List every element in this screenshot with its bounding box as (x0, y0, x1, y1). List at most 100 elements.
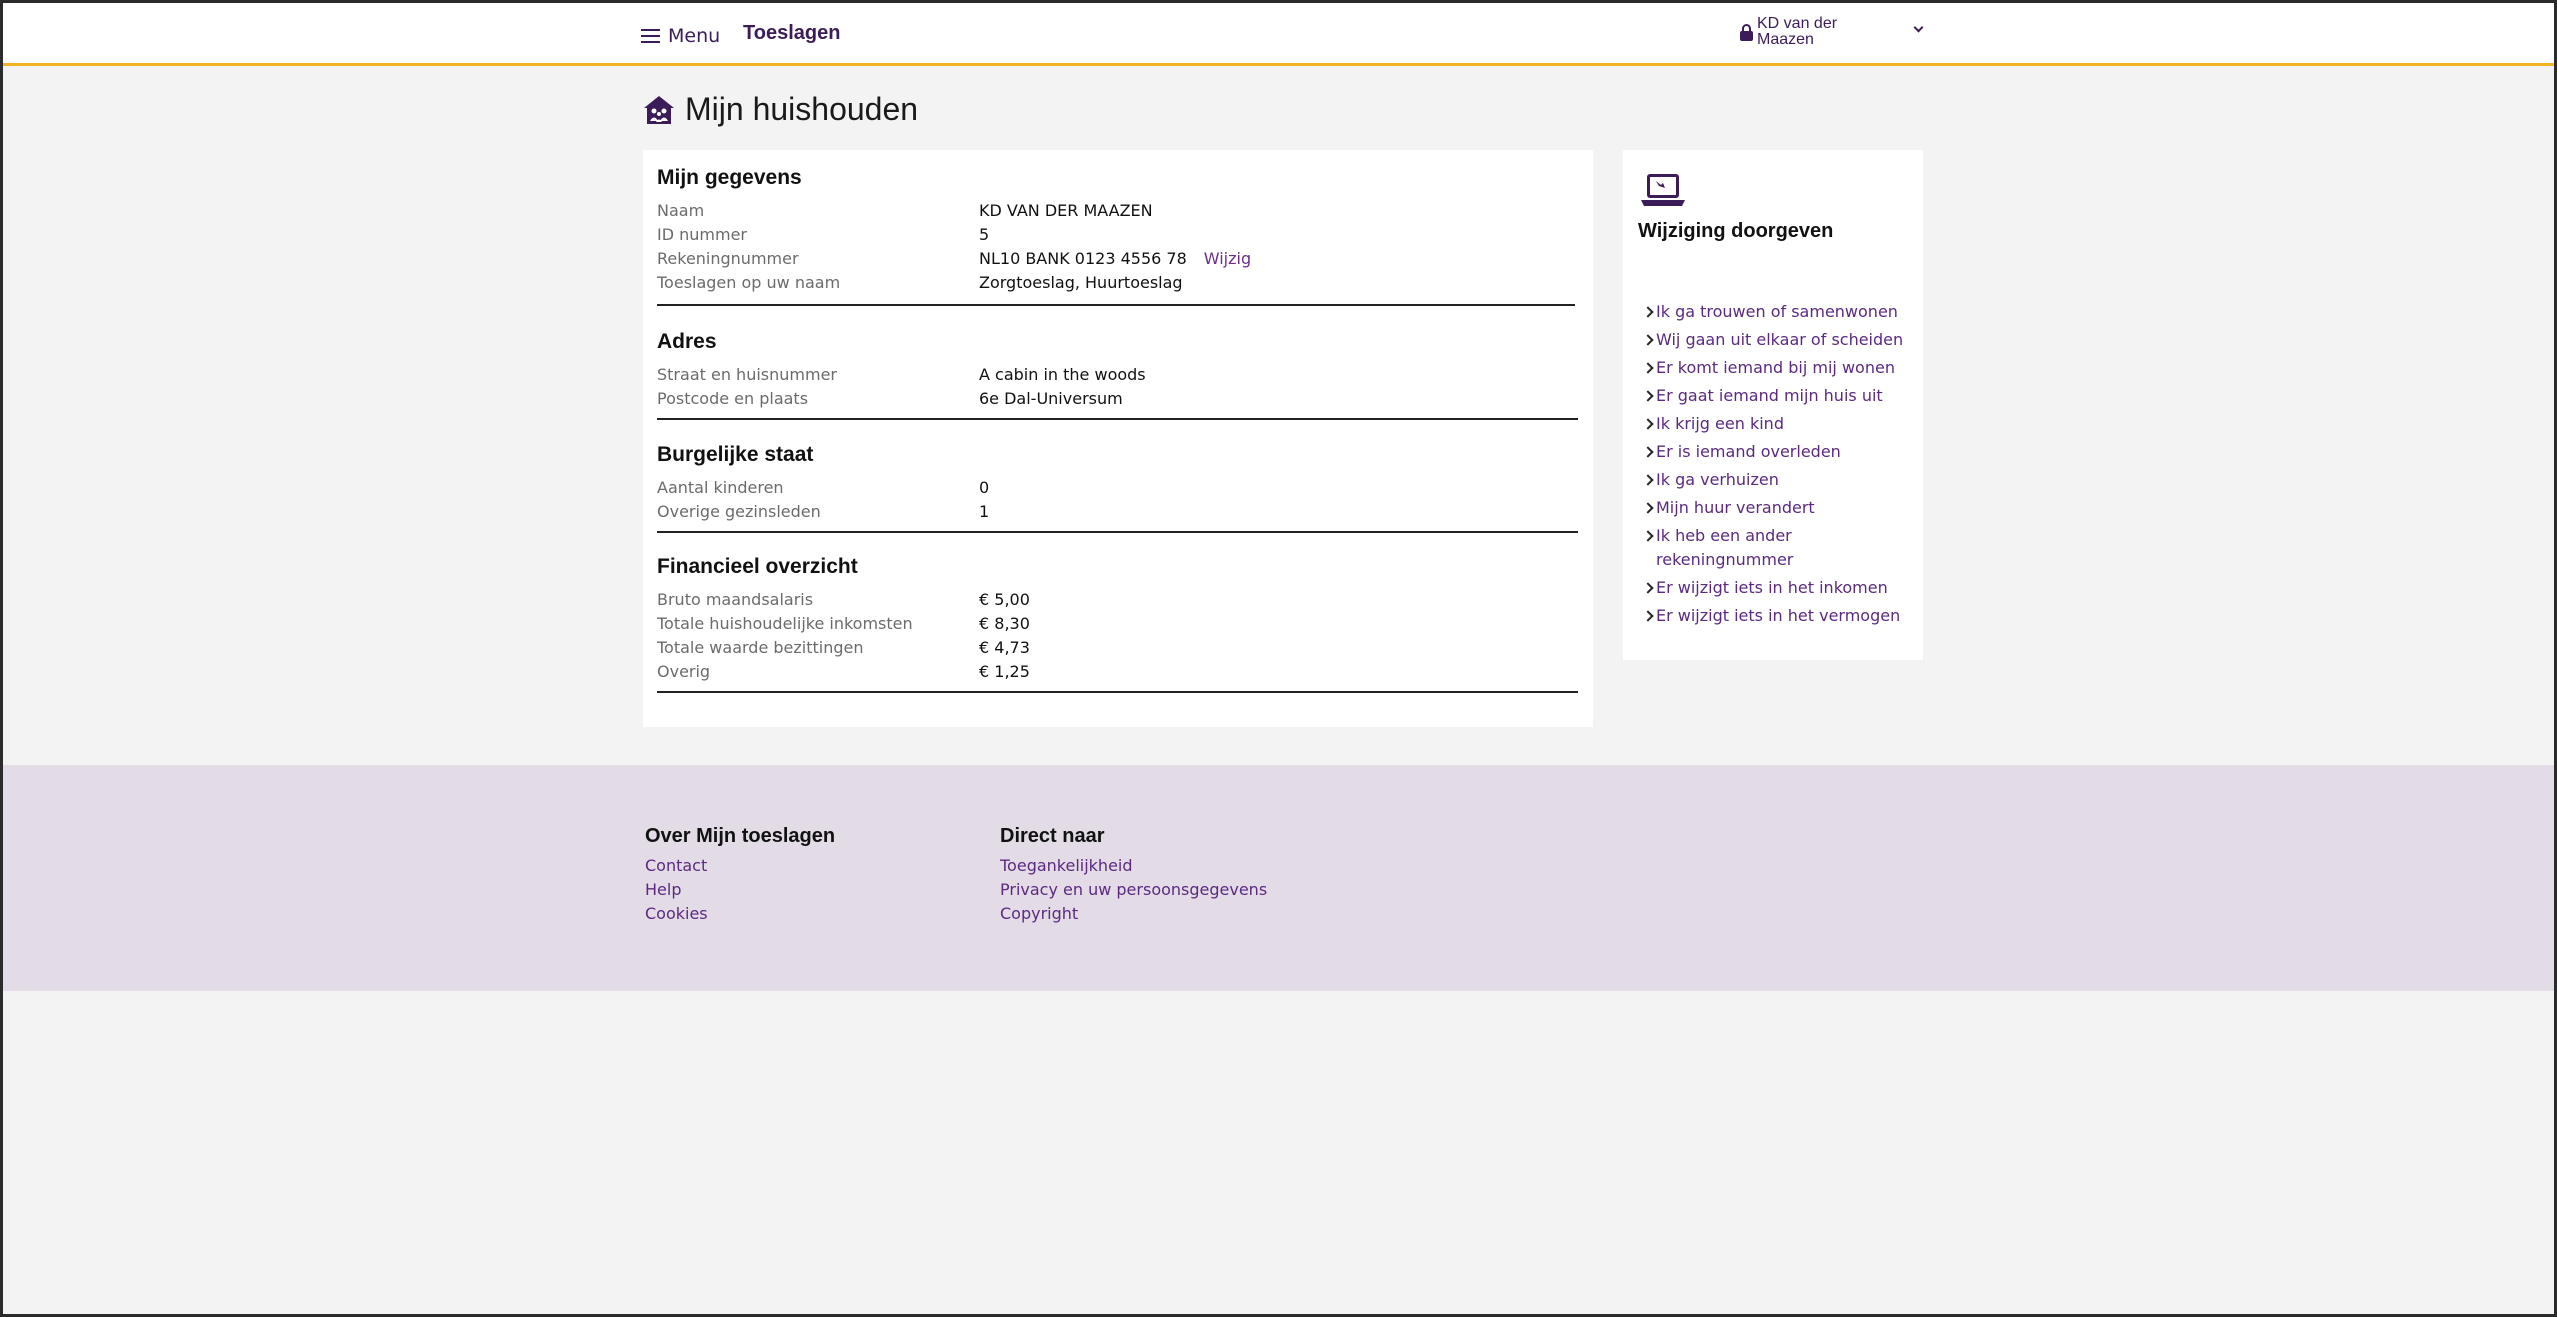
detail-row: Overige gezinsleden 1 (657, 500, 1577, 524)
detail-row: Naam KD VAN DER MAAZEN (657, 199, 1577, 223)
footer-column-about: Over Mijn toeslagen Contact Help Cookies (645, 825, 835, 926)
detail-label: Overige gezinsleden (657, 502, 821, 521)
section-divider (657, 691, 1578, 693)
change-link-label: Ik heb een ander rekeningnummer (1656, 526, 1794, 569)
detail-value: Zorgtoeslag, Huurtoeslag (979, 273, 1183, 292)
footer-column-direct: Direct naar Toegankelijkheid Privacy en … (1000, 825, 1267, 926)
detail-value: 6e Dal-Universum (979, 389, 1123, 408)
change-link-label: Er is iemand overleden (1656, 442, 1841, 461)
laptop-icon (1641, 174, 1685, 206)
change-link-label: Mijn huur verandert (1656, 498, 1815, 517)
chevron-right-icon (1643, 328, 1656, 352)
detail-row: Aantal kinderen 0 (657, 476, 1577, 500)
chevron-right-icon (1643, 440, 1656, 464)
change-link-label: Er wijzigt iets in het vermogen (1656, 606, 1901, 625)
change-link[interactable]: Ik ga verhuizen (1643, 468, 1919, 492)
user-name: KD van der Maazen (1757, 15, 1838, 48)
chevron-right-icon (1643, 496, 1656, 520)
change-link[interactable]: Ik heb een ander rekeningnummer (1643, 524, 1919, 572)
household-details-card: Mijn gegevens Naam KD VAN DER MAAZEN ID … (643, 150, 1593, 727)
detail-value: KD VAN DER MAAZEN (979, 201, 1153, 220)
change-link-label: Er komt iemand bij mij wonen (1656, 358, 1895, 377)
hamburger-icon (641, 28, 660, 44)
section-divider (657, 531, 1578, 533)
chevron-right-icon (1643, 412, 1656, 436)
detail-value: A cabin in the woods (979, 365, 1146, 384)
change-reporting-card: Wijziging doorgeven Ik ga trouwen of sam… (1623, 150, 1923, 660)
detail-row: ID nummer 5 (657, 223, 1577, 247)
detail-value: 5 (979, 225, 990, 244)
chevron-right-icon (1643, 604, 1656, 628)
edit-account-number-link[interactable]: Wijzig (1204, 247, 1251, 271)
menu-label: Menu (668, 25, 721, 47)
chevron-right-icon (1643, 524, 1656, 548)
user-dropdown[interactable]: KD van der Maazen (1740, 16, 1926, 50)
change-link[interactable]: Er is iemand overleden (1643, 440, 1919, 464)
top-navigation-bar: Menu Toeslagen KD van der Maazen (3, 3, 2554, 66)
footer-link-privacy[interactable]: Privacy en uw persoonsgegevens (1000, 878, 1267, 902)
change-link[interactable]: Er wijzigt iets in het vermogen (1643, 604, 1919, 628)
detail-value: € 1,25 (979, 662, 1030, 681)
detail-value: NL10 BANK 0123 4556 78 (979, 249, 1187, 268)
footer-link-copyright[interactable]: Copyright (1000, 902, 1267, 926)
menu-button[interactable]: Menu (641, 23, 720, 49)
detail-row: Totale waarde bezittingen € 4,73 (657, 636, 1577, 660)
side-title: Wijziging doorgeven (1638, 220, 1834, 242)
chevron-down-icon (1913, 22, 1924, 33)
change-link[interactable]: Mijn huur verandert (1643, 496, 1919, 520)
footer-link-cookies[interactable]: Cookies (645, 902, 835, 926)
detail-label: Aantal kinderen (657, 478, 784, 497)
section-adres: Adres Straat en huisnummer A cabin in th… (657, 330, 1577, 411)
chevron-right-icon (1643, 384, 1656, 408)
section-burgerlijke-staat: Burgelijke staat Aantal kinderen 0 Overi… (657, 443, 1577, 524)
change-link-label: Wij gaan uit elkaar of scheiden (1656, 330, 1904, 349)
change-link[interactable]: Wij gaan uit elkaar of scheiden (1643, 328, 1919, 352)
footer-link-contact[interactable]: Contact (645, 854, 835, 878)
section-title: Burgelijke staat (657, 443, 814, 466)
detail-row: Straat en huisnummer A cabin in the wood… (657, 363, 1577, 387)
page-title: Mijn huishouden (685, 91, 919, 127)
change-link[interactable]: Er wijzigt iets in het inkomen (1643, 576, 1919, 600)
footer-heading: Direct naar (1000, 825, 1105, 847)
brand-link[interactable]: Toeslagen (743, 22, 840, 45)
chevron-right-icon (1643, 300, 1656, 324)
detail-row: Bruto maandsalaris € 5,00 (657, 588, 1577, 612)
detail-label: Rekeningnummer (657, 249, 799, 268)
detail-label: Totale waarde bezittingen (657, 638, 864, 657)
detail-label: Toeslagen op uw naam (657, 273, 841, 292)
change-link-label: Er wijzigt iets in het inkomen (1656, 578, 1888, 597)
change-link-label: Ik krijg een kind (1656, 414, 1784, 433)
detail-label: Postcode en plaats (657, 389, 809, 408)
detail-row: Totale huishoudelijke inkomsten € 8,30 (657, 612, 1577, 636)
change-link[interactable]: Er gaat iemand mijn huis uit (1643, 384, 1919, 408)
detail-row: Postcode en plaats 6e Dal-Universum (657, 387, 1577, 411)
household-icon (644, 95, 674, 124)
detail-label: Overig (657, 662, 711, 681)
change-link-label: Ik ga verhuizen (1656, 470, 1779, 489)
chevron-right-icon (1643, 468, 1656, 492)
detail-value: 0 (979, 478, 990, 497)
detail-row: Toeslagen op uw naam Zorgtoeslag, Huurto… (657, 271, 1577, 295)
detail-value: € 5,00 (979, 590, 1030, 609)
section-mijn-gegevens: Mijn gegevens Naam KD VAN DER MAAZEN ID … (657, 166, 1577, 295)
detail-label: Naam (657, 201, 705, 220)
detail-value: 1 (979, 502, 990, 521)
detail-value: € 8,30 (979, 614, 1030, 633)
section-title: Financieel overzicht (657, 555, 858, 578)
change-link[interactable]: Ik ga trouwen of samenwonen (1643, 300, 1919, 324)
chevron-right-icon (1643, 576, 1656, 600)
footer-link-help[interactable]: Help (645, 878, 835, 902)
footer-link-accessibility[interactable]: Toegankelijkheid (1000, 854, 1267, 878)
section-divider (657, 304, 1575, 306)
detail-label: Totale huishoudelijke inkomsten (657, 614, 913, 633)
change-link[interactable]: Ik krijg een kind (1643, 412, 1919, 436)
detail-label: Bruto maandsalaris (657, 590, 814, 609)
footer-heading: Over Mijn toeslagen (645, 825, 836, 847)
change-link[interactable]: Er komt iemand bij mij wonen (1643, 356, 1919, 380)
detail-label: Straat en huisnummer (657, 365, 837, 384)
change-link-label: Ik ga trouwen of samenwonen (1656, 302, 1898, 321)
lock-icon (1740, 24, 1753, 42)
section-financieel-overzicht: Financieel overzicht Bruto maandsalaris … (657, 555, 1577, 684)
section-title: Mijn gegevens (657, 166, 802, 189)
detail-label: ID nummer (657, 225, 747, 244)
